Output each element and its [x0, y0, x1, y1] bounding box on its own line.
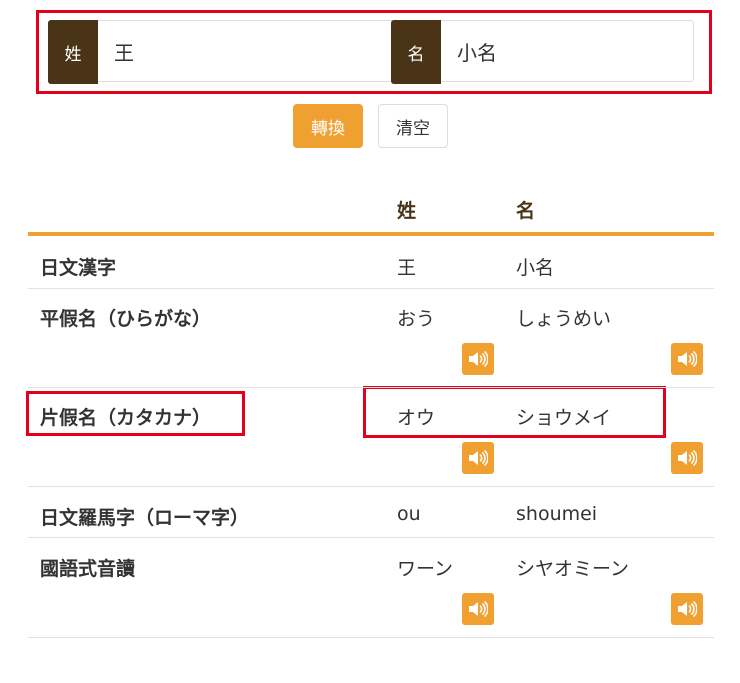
cell-romaji-surname: ou	[397, 503, 421, 525]
volume-up-icon	[678, 601, 697, 617]
cell-hiragana-surname: おう	[397, 308, 436, 330]
clear-button[interactable]: 清空	[378, 104, 448, 148]
cell-katakana-surname: オウ	[397, 407, 436, 429]
row-divider	[28, 537, 714, 538]
row-divider	[28, 288, 714, 289]
row-label-hiragana: 平假名（ひらがな）	[40, 308, 212, 330]
play-mandarin-given-button[interactable]	[671, 593, 703, 625]
play-hiragana-given-button[interactable]	[671, 343, 703, 375]
volume-up-icon	[469, 450, 488, 466]
cell-mandarin-surname: ワーン	[397, 558, 454, 580]
surname-addon-label: 姓	[48, 20, 98, 84]
volume-up-icon	[678, 351, 697, 367]
row-label-katakana: 片假名（カタカナ）	[40, 407, 212, 429]
row-label-romaji: 日文羅馬字（ローマ字）	[40, 507, 250, 529]
surname-input[interactable]: 王	[98, 20, 400, 82]
column-header-surname: 姓	[397, 200, 417, 222]
row-label-mandarin-reading: 國語式音讀	[40, 558, 136, 580]
volume-up-icon	[469, 351, 488, 367]
play-katakana-surname-button[interactable]	[462, 442, 494, 474]
cell-katakana-given: ショウメイ	[516, 407, 612, 429]
volume-up-icon	[678, 450, 697, 466]
row-divider	[28, 387, 714, 388]
table-header-divider	[28, 232, 714, 236]
column-header-given-name: 名	[516, 200, 536, 222]
cell-kanji-given: 小名	[516, 257, 555, 279]
volume-up-icon	[469, 601, 488, 617]
cell-mandarin-given: シヤオミーン	[516, 558, 630, 580]
cell-kanji-surname: 王	[397, 257, 417, 279]
row-divider	[28, 637, 714, 638]
cell-hiragana-given: しょうめい	[516, 308, 612, 330]
row-label-kanji: 日文漢字	[40, 257, 117, 279]
given-name-addon-label: 名	[391, 20, 441, 84]
play-katakana-given-button[interactable]	[671, 442, 703, 474]
surname-input-group: 姓 王	[48, 20, 400, 84]
play-hiragana-surname-button[interactable]	[462, 343, 494, 375]
given-name-input[interactable]: 小名	[441, 20, 694, 82]
row-divider	[28, 486, 714, 487]
play-mandarin-surname-button[interactable]	[462, 593, 494, 625]
cell-romaji-given: shoumei	[516, 503, 598, 525]
convert-button[interactable]: 轉換	[293, 104, 363, 148]
given-name-input-group: 名 小名	[391, 20, 694, 84]
